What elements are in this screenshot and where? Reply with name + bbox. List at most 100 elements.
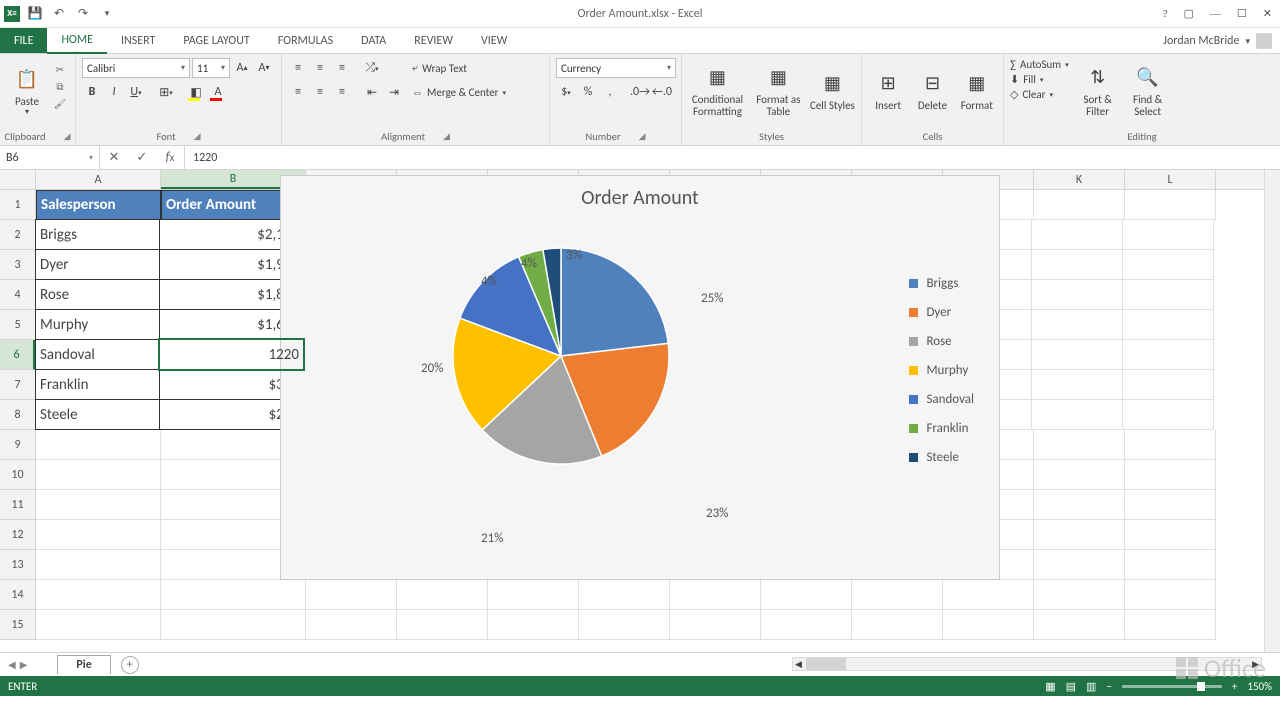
cell-L15[interactable] <box>1125 610 1216 640</box>
row-header-15[interactable]: 15 <box>0 610 35 640</box>
cell-A13[interactable] <box>36 550 161 580</box>
zoom-out-icon[interactable]: − <box>1106 680 1111 693</box>
cell-K14[interactable] <box>1034 580 1125 610</box>
cell-F14[interactable] <box>579 580 670 610</box>
dialog-launcher-icon[interactable]: ◢ <box>443 131 450 142</box>
cell-G15[interactable] <box>670 610 761 640</box>
copy-icon[interactable]: ⧉ <box>52 79 68 93</box>
italic-button[interactable]: I <box>104 82 124 102</box>
row-header-7[interactable]: 7 <box>0 370 35 400</box>
row-header-14[interactable]: 14 <box>0 580 35 610</box>
row-header-13[interactable]: 13 <box>0 550 35 580</box>
underline-button[interactable]: U▾ <box>126 82 146 102</box>
undo-icon[interactable]: ↶ <box>50 5 68 23</box>
dialog-launcher-icon[interactable]: ◢ <box>639 131 646 142</box>
data-label[interactable]: 25% <box>701 291 723 306</box>
cell-K2[interactable] <box>1032 220 1123 250</box>
cell-A14[interactable] <box>36 580 161 610</box>
qat-customize-icon[interactable]: ▾ <box>98 5 116 23</box>
orientation-icon[interactable]: ⤮▾ <box>362 58 382 78</box>
find-select-button[interactable]: 🔍Find & Select <box>1127 58 1169 124</box>
cell-L14[interactable] <box>1125 580 1216 610</box>
minimize-icon[interactable]: — <box>1206 8 1225 20</box>
user-name[interactable]: Jordan McBride <box>1163 34 1239 48</box>
format-painter-icon[interactable]: 🖌 <box>52 96 68 110</box>
cell-K10[interactable] <box>1034 460 1125 490</box>
font-name-combo[interactable]: Calibri▾ <box>82 58 190 78</box>
cell-L11[interactable] <box>1125 490 1216 520</box>
vertical-scrollbar[interactable] <box>1264 170 1280 652</box>
cut-icon[interactable]: ✂ <box>52 62 68 76</box>
fill-color-icon[interactable]: ◧ <box>186 82 206 102</box>
new-sheet-button[interactable]: + <box>121 656 139 674</box>
tab-scroll-left-icon[interactable]: ◀ <box>8 658 16 671</box>
borders-icon[interactable]: ⊞▾ <box>156 82 176 102</box>
paste-button[interactable]: 📋 Paste▾ <box>6 58 48 124</box>
redo-icon[interactable]: ↷ <box>74 5 92 23</box>
ribbon-options-icon[interactable]: ▢ <box>1180 7 1198 20</box>
select-all-corner[interactable] <box>0 170 36 190</box>
save-icon[interactable]: 💾 <box>26 5 44 23</box>
fx-icon[interactable]: fx <box>156 150 184 165</box>
help-icon[interactable]: ? <box>1159 8 1172 20</box>
cell-K6[interactable] <box>1032 340 1123 370</box>
cell-A6[interactable]: Sandoval <box>35 339 160 370</box>
row-header-10[interactable]: 10 <box>0 460 35 490</box>
insert-cells-button[interactable]: ⊞Insert <box>868 58 908 124</box>
row-header-11[interactable]: 11 <box>0 490 35 520</box>
cell-A8[interactable]: Steele <box>35 399 160 430</box>
row-header-8[interactable]: 8 <box>0 400 35 430</box>
tab-insert[interactable]: INSERT <box>107 28 169 53</box>
view-page-break-icon[interactable]: ▥ <box>1086 680 1096 693</box>
data-label[interactable]: 4% <box>481 274 497 289</box>
cell-A12[interactable] <box>36 520 161 550</box>
name-box[interactable]: B6▾ <box>0 146 100 169</box>
tab-data[interactable]: DATA <box>347 28 400 53</box>
align-right-icon[interactable]: ≡ <box>332 82 352 102</box>
cell-L9[interactable] <box>1125 430 1216 460</box>
tab-review[interactable]: REVIEW <box>400 28 467 53</box>
enter-icon[interactable]: ✓ <box>128 150 156 165</box>
cell-L13[interactable] <box>1125 550 1216 580</box>
data-label[interactable]: 4% <box>521 256 537 271</box>
align-left-icon[interactable]: ≡ <box>288 82 308 102</box>
data-label[interactable]: 20% <box>421 361 443 376</box>
legend-item[interactable]: Steele <box>909 450 974 465</box>
cell-B15[interactable] <box>161 610 306 640</box>
legend-item[interactable]: Briggs <box>909 276 974 291</box>
autosum-button[interactable]: ∑AutoSum ▾ <box>1010 58 1069 71</box>
cell-K11[interactable] <box>1034 490 1125 520</box>
row-headers[interactable]: 123456789101112131415 <box>0 190 36 640</box>
sheet-tab-active[interactable]: Pie <box>57 655 110 674</box>
view-normal-icon[interactable]: ▦ <box>1045 680 1055 693</box>
cell-A1[interactable]: Salesperson <box>36 190 161 220</box>
cell-L1[interactable] <box>1125 190 1216 220</box>
sort-filter-button[interactable]: ⇅Sort & Filter <box>1077 58 1119 124</box>
col-header-K[interactable]: K <box>1034 170 1125 189</box>
cell-K9[interactable] <box>1034 430 1125 460</box>
cell-K8[interactable] <box>1032 400 1123 430</box>
format-as-table-button[interactable]: ▦Format as Table <box>751 58 806 124</box>
comma-icon[interactable]: , <box>600 82 620 102</box>
delete-cells-button[interactable]: ⊟Delete <box>912 58 952 124</box>
cell-A11[interactable] <box>36 490 161 520</box>
cell-E15[interactable] <box>488 610 579 640</box>
cancel-icon[interactable]: ✕ <box>100 150 128 165</box>
data-label[interactable]: 3% <box>566 248 582 263</box>
cell-I14[interactable] <box>852 580 943 610</box>
cell-D15[interactable] <box>397 610 488 640</box>
cell-J14[interactable] <box>943 580 1034 610</box>
cell-J15[interactable] <box>943 610 1034 640</box>
dialog-launcher-icon[interactable]: ◢ <box>194 131 201 142</box>
currency-icon[interactable]: $▾ <box>556 82 576 102</box>
cell-L8[interactable] <box>1123 400 1214 430</box>
legend-item[interactable]: Franklin <box>909 421 974 436</box>
cell-L6[interactable] <box>1123 340 1214 370</box>
cell-C15[interactable] <box>306 610 397 640</box>
cell-A4[interactable]: Rose <box>35 279 160 310</box>
font-color-icon[interactable]: A <box>208 82 228 102</box>
tab-formulas[interactable]: FORMULAS <box>264 28 347 53</box>
cell-L7[interactable] <box>1123 370 1214 400</box>
legend-item[interactable]: Murphy <box>909 363 974 378</box>
align-center-icon[interactable]: ≡ <box>310 82 330 102</box>
